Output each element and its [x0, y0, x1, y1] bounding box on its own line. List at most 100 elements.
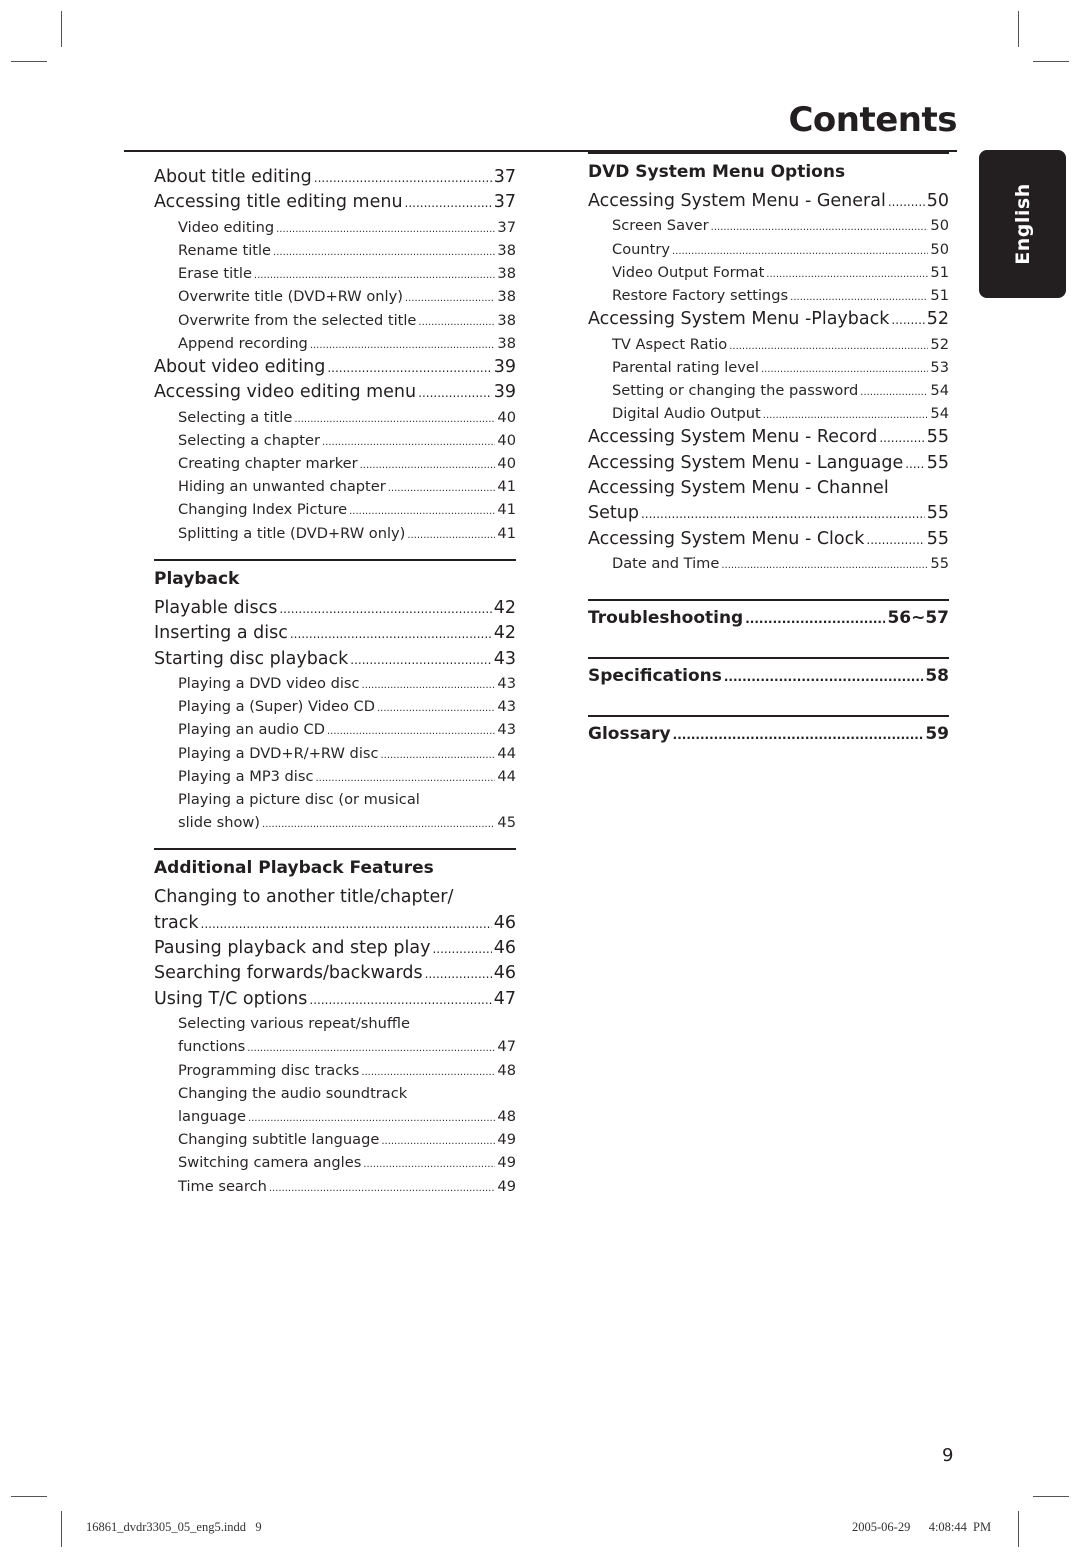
- toc-entry[interactable]: Programming disc tracks 48: [154, 1059, 516, 1082]
- print-slug-timestamp: 2005-06-29 4:08:44 PM: [852, 1520, 992, 1534]
- toc-entry[interactable]: Starting disc playback 43: [154, 647, 516, 672]
- toc-entry[interactable]: Playing a DVD video disc 43: [154, 672, 516, 695]
- toc-entry[interactable]: Searching forwards/backwards 46: [154, 961, 516, 986]
- toc-entry-page: 38: [497, 241, 516, 259]
- toc-entry-page: 52: [930, 335, 949, 353]
- toc-entry[interactable]: Creating chapter marker 40: [154, 452, 516, 475]
- toc-entry[interactable]: Erase title 38: [154, 262, 516, 285]
- toc-entry[interactable]: Accessing System Menu - Clock 55: [588, 527, 949, 552]
- toc-entry-page: 39: [493, 382, 516, 403]
- toc-entry-page: 41: [497, 524, 516, 542]
- toc-entry[interactable]: Playing a (Super) Video CD 43: [154, 695, 516, 718]
- dot-leader: [432, 937, 491, 962]
- crop-mark: [61, 11, 62, 47]
- toc-right-column: DVD System Menu Options Accessing System…: [588, 152, 949, 749]
- toc-entry-label: Accessing System Menu - Language: [588, 452, 904, 473]
- dot-leader: [711, 216, 929, 239]
- toc-entry[interactable]: Playing a MP3 disc 44: [154, 765, 516, 788]
- dot-leader: [363, 1153, 495, 1176]
- toc-entry[interactable]: Switching camera angles 49: [154, 1151, 516, 1174]
- toc-entry[interactable]: Accessing video editing menu 39: [154, 380, 516, 405]
- toc-entry[interactable]: Using T/C options 47: [154, 987, 516, 1012]
- toc-entry[interactable]: Video Output Format 51: [588, 261, 949, 284]
- toc-entry[interactable]: functions 47: [154, 1035, 516, 1058]
- dot-leader: [314, 166, 492, 191]
- toc-entry[interactable]: Playing an audio CD 43: [154, 718, 516, 741]
- toc-entry-label: Selecting a chapter: [178, 431, 320, 449]
- dot-leader: [294, 408, 495, 431]
- toc-entry[interactable]: Overwrite title (DVD+RW only) 38: [154, 285, 516, 308]
- dot-leader: [729, 335, 928, 358]
- toc-entry[interactable]: Accessing System Menu - Record 55: [588, 425, 949, 450]
- toc-entry-label: Creating chapter marker: [178, 455, 358, 473]
- toc-entry[interactable]: Time search 49: [154, 1175, 516, 1198]
- toc-entry-page: 46: [493, 938, 516, 959]
- crop-mark: [11, 1496, 47, 1497]
- toc-entry-page: 43: [493, 648, 516, 669]
- toc-entry[interactable]: Inserting a disc 42: [154, 621, 516, 646]
- toc-entry[interactable]: Glossary 59: [588, 719, 949, 749]
- dot-leader: [418, 311, 495, 334]
- dot-leader: [362, 674, 496, 697]
- toc-entry[interactable]: Hiding an unwanted chapter 41: [154, 475, 516, 498]
- toc-entry[interactable]: Parental rating level 53: [588, 356, 949, 379]
- dot-leader: [905, 452, 925, 477]
- toc-entry-page: 51: [930, 263, 949, 281]
- toc-entry[interactable]: Changing Index Picture 41: [154, 498, 516, 521]
- toc-entry[interactable]: About title editing 37: [154, 165, 516, 190]
- toc-entry[interactable]: Specifications 58: [588, 661, 949, 691]
- language-tab: English: [979, 150, 1066, 298]
- toc-entry[interactable]: TV Aspect Ratio 52: [588, 333, 949, 356]
- toc-entry[interactable]: Restore Factory settings 51: [588, 284, 949, 307]
- toc-entry[interactable]: Accessing System Menu - General 50: [588, 189, 949, 214]
- toc-entry[interactable]: Country 50: [588, 238, 949, 261]
- section-heading: Playback: [154, 568, 240, 589]
- toc-entry[interactable]: Rename title 38: [154, 239, 516, 262]
- toc-entry[interactable]: track 46: [154, 911, 516, 936]
- toc-entry[interactable]: Accessing System Menu - Language 55: [588, 451, 949, 476]
- toc-entry[interactable]: Selecting a title 40: [154, 406, 516, 429]
- toc-entry[interactable]: Playable discs 42: [154, 596, 516, 621]
- language-tab-label: English: [1011, 183, 1034, 265]
- crop-mark: [1018, 1511, 1019, 1547]
- toc-entry-label: Accessing title editing menu: [154, 192, 403, 213]
- toc-entry[interactable]: Playing a DVD+R/+RW disc 44: [154, 742, 516, 765]
- toc-entry-label: Hiding an unwanted chapter: [178, 478, 386, 496]
- toc-entry[interactable]: Date and Time 55: [588, 552, 949, 575]
- page-number: 9: [942, 1445, 954, 1466]
- toc-entry[interactable]: language 48: [154, 1105, 516, 1128]
- toc-entry[interactable]: About video editing 39: [154, 355, 516, 380]
- toc-entry[interactable]: Splitting a title (DVD+RW only) 41: [154, 522, 516, 545]
- toc-entry-page: 40: [497, 455, 516, 473]
- toc-entry[interactable]: Accessing title editing menu 37: [154, 190, 516, 215]
- dot-leader: [790, 286, 928, 309]
- dot-leader: [761, 358, 928, 381]
- toc-entry[interactable]: Selecting a chapter 40: [154, 429, 516, 452]
- toc-entry-label: Changing Index Picture: [178, 501, 348, 519]
- toc-entry[interactable]: Digital Audio Output 54: [588, 402, 949, 425]
- toc-bold-sections: Troubleshooting 56~57 Specifications 58 Glos…: [588, 599, 949, 749]
- toc-entry[interactable]: Pausing playback and step play 46: [154, 936, 516, 961]
- toc-entry-page: 50: [930, 217, 949, 235]
- toc-entry-label: Overwrite title (DVD+RW only): [178, 288, 403, 306]
- dot-leader: [641, 502, 925, 527]
- section-heading: Additional Playback Features: [154, 858, 434, 879]
- toc-entry[interactable]: Screen Saver 50: [588, 214, 949, 237]
- toc-entry[interactable]: Accessing System Menu -Playback 52: [588, 307, 949, 332]
- toc-entry-label: Playing a (Super) Video CD: [178, 698, 375, 716]
- toc-entry[interactable]: Video editing 37: [154, 216, 516, 239]
- toc-entry[interactable]: Troubleshooting 56~57: [588, 603, 949, 633]
- toc-section-additional-playback: Additional Playback Features Changing to…: [154, 848, 516, 1197]
- toc-entry[interactable]: Changing subtitle language 49: [154, 1128, 516, 1151]
- toc-entry-label: Erase title: [178, 265, 252, 283]
- toc-entry-page: 37: [493, 192, 516, 213]
- toc-entry-label: Accessing System Menu -Playback: [588, 309, 890, 330]
- toc-entry[interactable]: Append recording 38: [154, 332, 516, 355]
- dot-leader: [276, 218, 495, 241]
- toc-entry[interactable]: Overwrite from the selected title 38: [154, 309, 516, 332]
- toc-entry-label: Parental rating level: [612, 358, 759, 376]
- toc-entry[interactable]: slide show) 45: [154, 811, 516, 834]
- toc-entry[interactable]: Setup 55: [588, 501, 949, 526]
- toc-entry[interactable]: Setting or changing the password 54: [588, 379, 949, 402]
- dot-leader: [290, 622, 492, 647]
